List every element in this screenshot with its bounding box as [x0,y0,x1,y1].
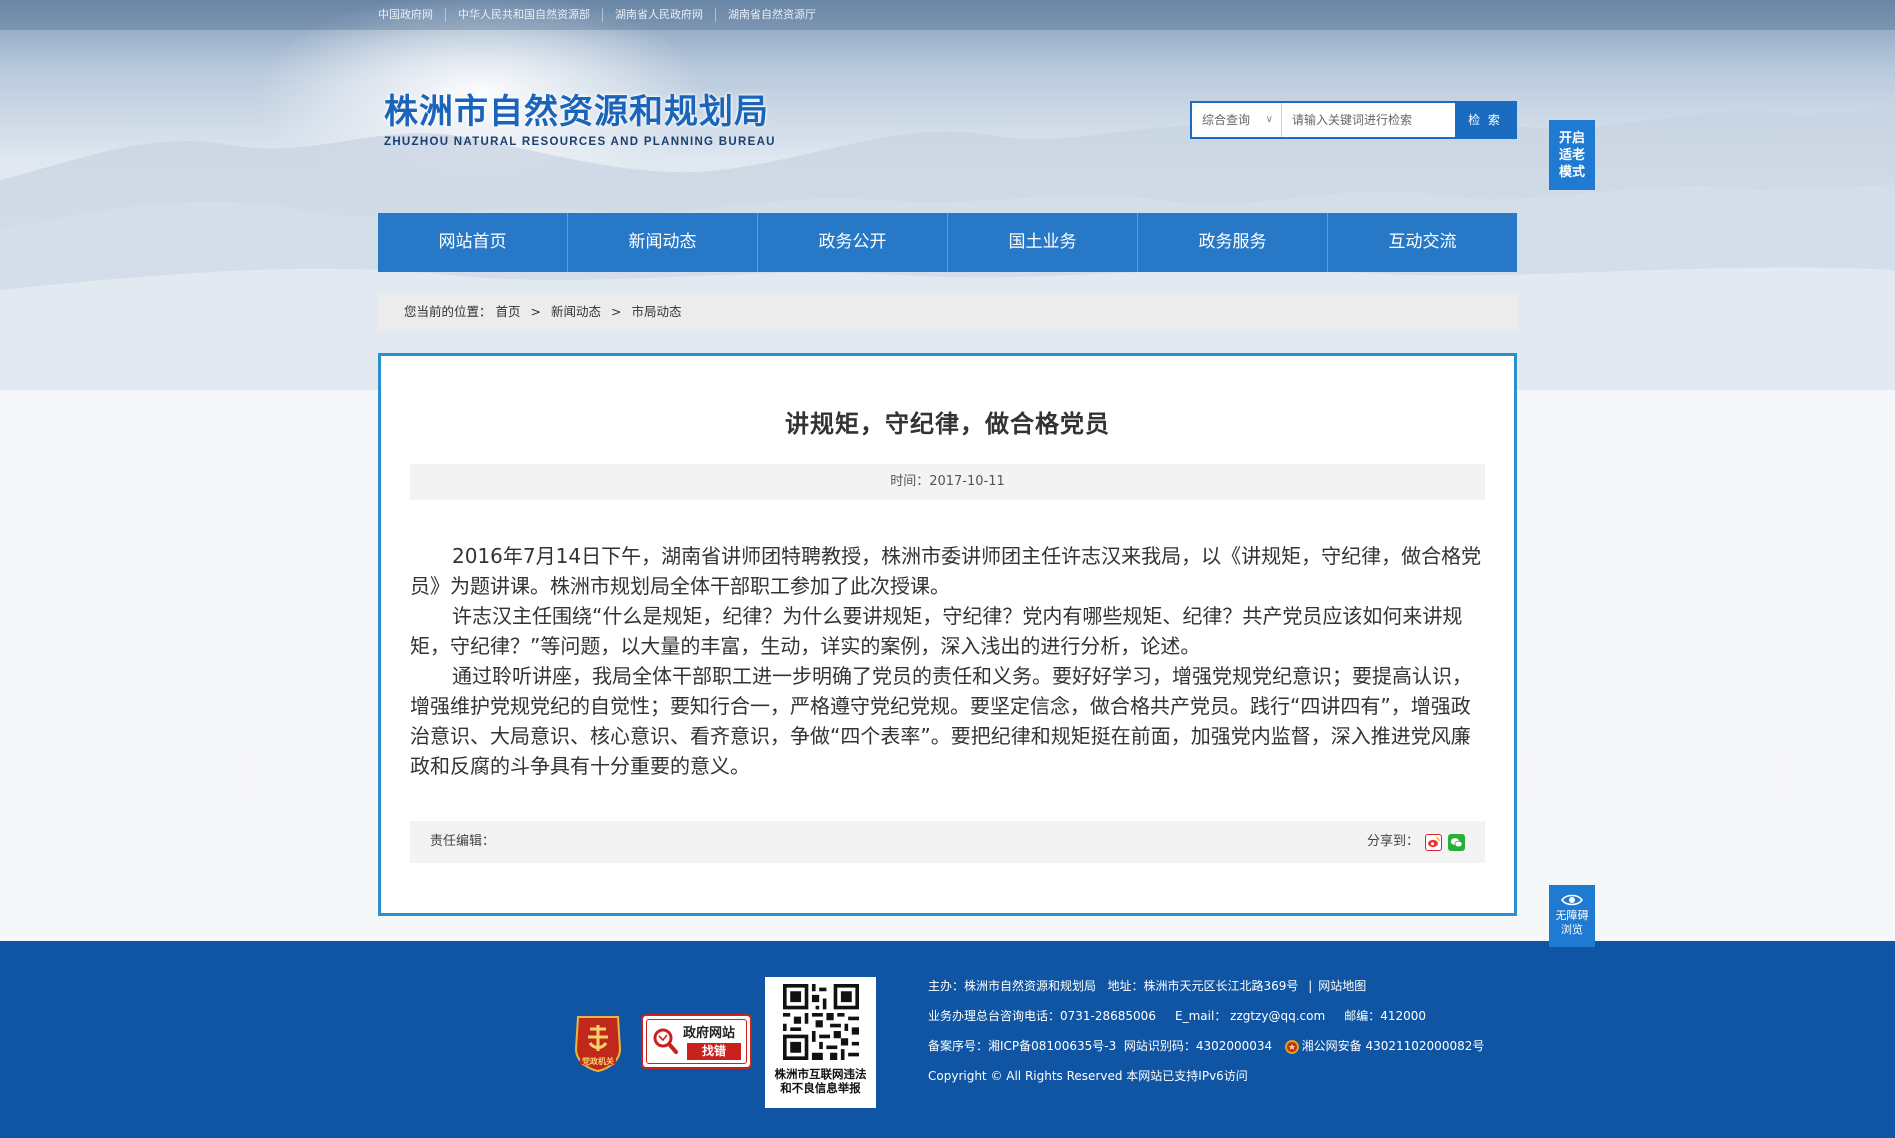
nav-home[interactable]: 网站首页 [378,213,568,272]
share-label: 分享到： [1366,834,1419,849]
breadcrumb: 您当前的位置： 首页 > 新闻动态 > 市局动态 [378,293,1517,331]
footer-info: 主办：株洲市自然资源和规划局 地址：株洲市天元区长江北路369号 | 网站地图 业… [928,978,1484,1098]
footer-icp-link[interactable]: 备案序号：湘ICP备08100635号-3 [928,1039,1116,1053]
top-link-ministry[interactable]: 中华人民共和国自然资源部 [445,8,602,22]
footer-sitemap-link[interactable]: 网站地图 [1318,979,1366,993]
nav-interaction[interactable]: 互动交流 [1328,213,1517,272]
editor-label: 责任编辑： [430,834,496,849]
breadcrumb-separator: > [530,304,541,319]
accessibility-button[interactable]: 无障碍浏览 [1549,885,1595,947]
article-body: 2016年7月14日下午，湖南省讲师团特聘教授，株洲市委讲师团主任许志汉来我局，… [410,541,1485,781]
article-paragraph: 许志汉主任围绕“什么是规矩，纪律？为什么要讲规矩，守纪律？党内有哪些规矩、纪律？… [410,604,1463,658]
article-date: 2017-10-11 [929,474,1005,489]
footer-email: E_mail： zzgtzy@qq.com [1175,1009,1326,1023]
search-box: 综合查询 ∨ 检 索 [1190,101,1517,139]
top-link-hunan-gov[interactable]: 湖南省人民政府网 [602,8,715,22]
share-group: 分享到： [1367,821,1465,863]
gov-site-error-badge[interactable]: 政府网站 找错 [641,1014,752,1069]
footer-police-link[interactable]: 湘公网安备 43021102000082号 [1302,1039,1485,1053]
qr-caption-line1: 株洲市互联网违法 [774,1067,867,1081]
footer-phone: 业务办理总台咨询电话：0731-28685006 [928,1009,1156,1023]
wechat-share-icon[interactable] [1448,833,1465,851]
breadcrumb-news[interactable]: 新闻动态 [551,304,601,319]
top-links-bar: 中国政府网 中华人民共和国自然资源部 湖南省人民政府网 湖南省自然资源厅 [0,0,1895,30]
logo-title-en: ZHUZHOU NATURAL RESOURCES AND PLANNING B… [384,136,776,148]
accessibility-label: 无障碍浏览 [1555,909,1589,936]
magnifier-icon [653,1028,678,1054]
search-button[interactable]: 检 索 [1455,103,1515,137]
footer-site-id: 网站识别码：4302000034 [1123,1039,1273,1053]
search-scope-value: 综合查询 [1202,113,1251,127]
gov-badge-action: 找错 [687,1043,741,1060]
nav-land-business[interactable]: 国土业务 [948,213,1138,272]
qr-caption-line2: 和不良信息举报 [780,1081,861,1095]
main-nav: 网站首页 新闻动态 政务公开 国土业务 政务服务 互动交流 [378,213,1517,272]
eye-icon [1561,894,1583,906]
footer-postcode: 邮编：412000 [1344,1009,1427,1023]
nav-gov-affairs[interactable]: 政务公开 [758,213,948,272]
qr-code-icon [782,984,859,1060]
article-paragraph: 2016年7月14日下午，湖南省讲师团特聘教授，株洲市委讲师团主任许志汉来我局，… [410,544,1482,598]
footer-sponsor: 主办：株洲市自然资源和规划局 [928,979,1097,993]
nav-news[interactable]: 新闻动态 [568,213,758,272]
footer-line-record: 备案序号：湘ICP备08100635号-3 网站识别码：4302000034 湘… [928,1038,1484,1068]
elderly-mode-button[interactable]: 开启适老模式 [1549,120,1595,190]
gov-badge-title: 政府网站 [683,1026,736,1041]
footer-address: 地址：株洲市天元区长江北路369号 [1107,979,1299,993]
article-card: 讲规矩，守纪律，做合格党员 时间：2017-10-11 2016年7月14日下午… [378,353,1517,916]
report-qr-code[interactable]: 株洲市互联网违法 和不良信息举报 [765,977,876,1108]
logo-title-cn: 株洲市自然资源和规划局 [384,92,769,132]
top-link-hunan-dept[interactable]: 湖南省自然资源厅 [715,8,828,22]
search-scope-select[interactable]: 综合查询 ∨ [1192,103,1282,137]
breadcrumb-prefix: 您当前的位置： [404,304,492,319]
article-footer-bar: 责任编辑： 分享到： [410,821,1485,863]
article-paragraph: 通过聆听讲座，我局全体干部职工进一步明确了党员的责任和义务。要好好学习，增强党规… [410,664,1472,778]
breadcrumb-separator: > [610,304,622,319]
article-meta: 时间：2017-10-11 [410,464,1485,500]
article-time-label: 时间： [890,474,930,489]
police-badge-icon [1284,1039,1299,1054]
party-badge-label: 党政机关 [582,1057,614,1066]
site-logo[interactable]: 株洲市自然资源和规划局 ZHUZHOU NATURAL RESOURCES AN… [384,92,776,148]
chevron-down-icon: ∨ [1265,114,1273,125]
weibo-share-icon[interactable] [1425,833,1442,851]
footer-line-sponsor: 主办：株洲市自然资源和规划局 地址：株洲市天元区长江北路369号 | 网站地图 [928,979,1367,993]
article-title: 讲规矩，守纪律，做合格党员 [785,410,1110,438]
party-gov-badge[interactable]: 党政机关 [572,1013,624,1077]
nav-gov-services[interactable]: 政务服务 [1138,213,1328,272]
footer-copyright: Copyright © All Rights Reserved 本网站已支持IP… [928,1069,1248,1083]
breadcrumb-home[interactable]: 首页 [496,304,521,319]
breadcrumb-city-news[interactable]: 市局动态 [631,304,681,319]
search-input[interactable] [1282,103,1455,137]
elderly-mode-label: 开启适老模式 [1558,131,1585,180]
top-link-gov[interactable]: 中国政府网 [378,8,445,22]
footer-line-contact: 业务办理总台咨询电话：0731-28685006 E_mail： zzgtzy@… [928,1008,1484,1038]
